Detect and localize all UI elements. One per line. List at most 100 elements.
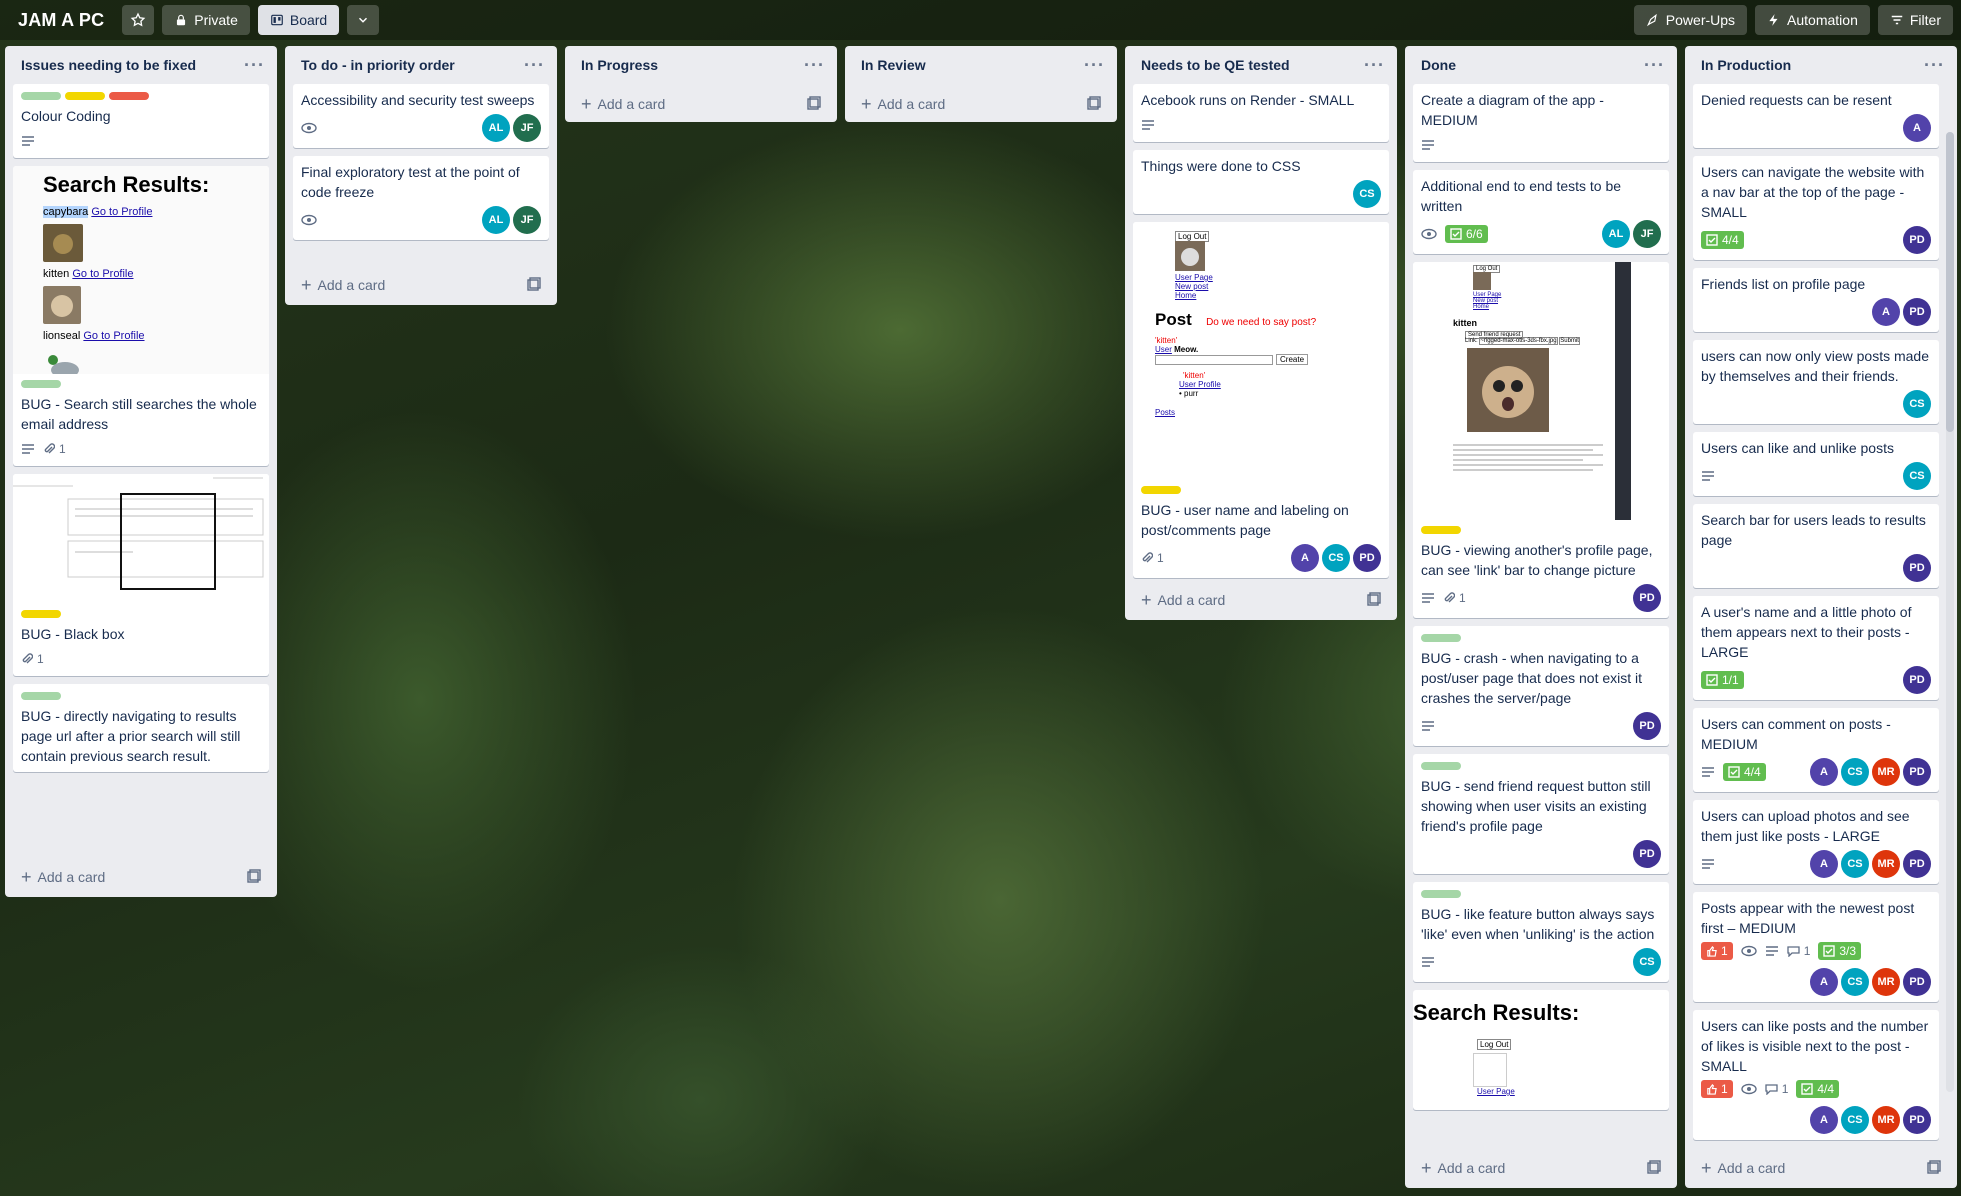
view-switcher-button[interactable] [347, 5, 380, 35]
list-title[interactable]: In Review [861, 57, 926, 73]
avatar[interactable]: MR [1872, 1106, 1900, 1134]
template-icon[interactable] [1647, 1159, 1661, 1177]
add-card-button[interactable]: + Add a card [21, 868, 105, 886]
avatar[interactable]: CS [1841, 1106, 1869, 1134]
avatar[interactable]: CS [1353, 180, 1381, 208]
more-icon[interactable]: ··· [524, 56, 545, 74]
card[interactable]: BUG - Black box 1 [13, 474, 269, 676]
template-icon[interactable] [1087, 95, 1101, 113]
avatar[interactable]: PD [1633, 840, 1661, 868]
list-title[interactable]: Done [1421, 57, 1456, 73]
avatar[interactable]: PD [1903, 850, 1931, 878]
avatar[interactable]: PD [1903, 554, 1931, 582]
add-card-button[interactable]: + Add a card [1141, 591, 1225, 609]
card[interactable]: Log Out User Page New post Home Post Do … [1133, 222, 1389, 578]
avatar[interactable]: CS [1633, 948, 1661, 976]
more-icon[interactable]: ··· [244, 56, 265, 74]
avatar[interactable]: PD [1903, 226, 1931, 254]
avatar[interactable]: MR [1872, 968, 1900, 996]
avatar[interactable]: A [1810, 850, 1838, 878]
add-card-button[interactable]: + Add a card [1701, 1159, 1785, 1177]
card[interactable]: Create a diagram of the app - MEDIUM [1413, 84, 1669, 162]
avatar[interactable]: CS [1322, 544, 1350, 572]
more-icon[interactable]: ··· [1644, 56, 1665, 74]
avatar[interactable]: JF [513, 114, 541, 142]
avatar[interactable]: PD [1903, 1106, 1931, 1134]
more-icon[interactable]: ··· [1084, 56, 1105, 74]
label-green[interactable] [21, 92, 61, 100]
board-view-button[interactable]: Board [257, 5, 340, 35]
label-red[interactable] [109, 92, 149, 100]
avatar[interactable]: CS [1841, 850, 1869, 878]
add-card-button[interactable]: + Add a card [581, 95, 665, 113]
avatar[interactable]: CS [1841, 968, 1869, 996]
label-yellow[interactable] [65, 92, 105, 100]
avatar[interactable]: A [1810, 1106, 1838, 1134]
template-icon[interactable] [247, 868, 261, 886]
visibility-button[interactable]: Private [162, 5, 250, 35]
card[interactable]: BUG - like feature button always says 'l… [1413, 882, 1669, 982]
add-card-button[interactable]: + Add a card [1421, 1159, 1505, 1177]
avatar[interactable]: PD [1903, 968, 1931, 996]
label-yellow[interactable] [21, 610, 61, 618]
card[interactable]: Users can comment on posts - MEDIUM 4/4 … [1693, 708, 1939, 792]
template-icon[interactable] [807, 95, 821, 113]
label-green[interactable] [1421, 634, 1461, 642]
avatar[interactable]: PD [1903, 666, 1931, 694]
avatar[interactable]: JF [513, 206, 541, 234]
add-card-button[interactable]: + Add a card [301, 276, 385, 294]
list-scrollbar-thumb[interactable] [1946, 132, 1954, 432]
card[interactable]: Search Results: capybara Go to Profile k… [13, 166, 269, 466]
template-icon[interactable] [527, 276, 541, 294]
list-title[interactable]: In Progress [581, 57, 658, 73]
star-button[interactable] [122, 5, 155, 35]
avatar[interactable]: CS [1903, 462, 1931, 490]
avatar[interactable]: A [1903, 114, 1931, 142]
avatar[interactable]: AL [482, 114, 510, 142]
automation-button[interactable]: Automation [1755, 5, 1870, 35]
label-green[interactable] [21, 380, 61, 388]
avatar[interactable]: PD [1903, 298, 1931, 326]
card[interactable]: A user's name and a little photo of them… [1693, 596, 1939, 700]
power-ups-button[interactable]: Power-Ups [1633, 5, 1748, 35]
avatar[interactable]: MR [1872, 850, 1900, 878]
avatar[interactable]: PD [1633, 584, 1661, 612]
list-title[interactable]: In Production [1701, 57, 1791, 73]
template-icon[interactable] [1927, 1159, 1941, 1177]
card[interactable]: Users can navigate the website with a na… [1693, 156, 1939, 260]
card[interactable]: Users can like posts and the number of l… [1693, 1010, 1939, 1140]
card[interactable]: Posts appear with the newest post first … [1693, 892, 1939, 1002]
card[interactable]: Friends list on profile page A PD [1693, 268, 1939, 332]
label-green[interactable] [1421, 762, 1461, 770]
card[interactable]: Search bar for users leads to results pa… [1693, 504, 1939, 588]
more-icon[interactable]: ··· [804, 56, 825, 74]
card[interactable]: Things were done to CSS CS [1133, 150, 1389, 214]
avatar[interactable]: CS [1903, 390, 1931, 418]
label-yellow[interactable] [1141, 486, 1181, 494]
card[interactable]: Final exploratory test at the point of c… [293, 156, 549, 240]
avatar[interactable]: PD [1353, 544, 1381, 572]
avatar[interactable]: CS [1841, 758, 1869, 786]
avatar[interactable]: AL [482, 206, 510, 234]
label-yellow[interactable] [1421, 526, 1461, 534]
list-title[interactable]: Needs to be QE tested [1141, 57, 1290, 73]
more-icon[interactable]: ··· [1924, 56, 1945, 74]
card[interactable]: Users can like and unlike posts CS [1693, 432, 1939, 496]
card[interactable]: BUG - send friend request button still s… [1413, 754, 1669, 874]
add-card-button[interactable]: + Add a card [861, 95, 945, 113]
list-title[interactable]: To do - in priority order [301, 57, 455, 73]
card[interactable]: users can now only view posts made by th… [1693, 340, 1939, 424]
avatar[interactable]: A [1810, 968, 1838, 996]
avatar[interactable]: A [1291, 544, 1319, 572]
template-icon[interactable] [1367, 591, 1381, 609]
card[interactable]: Denied requests can be resent A [1693, 84, 1939, 148]
avatar[interactable]: PD [1903, 758, 1931, 786]
board-title[interactable]: JAM A PC [8, 10, 114, 31]
avatar[interactable]: A [1810, 758, 1838, 786]
list-title[interactable]: Issues needing to be fixed [21, 57, 196, 73]
card[interactable]: Search Results: Log Out User Page [1413, 990, 1669, 1110]
card[interactable]: BUG - directly navigating to results pag… [13, 684, 269, 772]
filter-button[interactable]: Filter [1877, 5, 1953, 35]
card[interactable]: Accessibility and security test sweeps A… [293, 84, 549, 148]
avatar[interactable]: MR [1872, 758, 1900, 786]
